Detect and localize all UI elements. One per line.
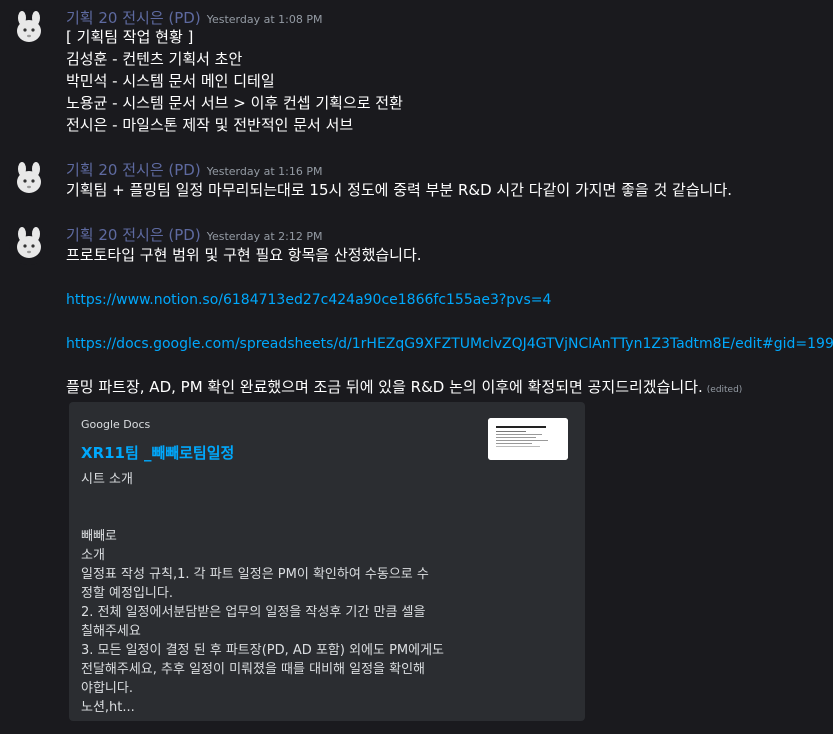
avatar[interactable] xyxy=(9,9,49,49)
message-text: 프로토타입 구현 범위 및 구현 필요 항목을 산정했습니다. xyxy=(66,246,422,264)
message-text: [ 기획팀 작업 현황 ] xyxy=(66,28,194,46)
embed-provider[interactable]: Google Docs xyxy=(81,418,150,431)
spreadsheet-thumbnail-icon xyxy=(488,418,568,460)
embed-description: 시트 소개 빼빼로 소개 일정표 작성 규칙,1. 각 파트 일정은 PM이 확… xyxy=(81,472,445,715)
author-name[interactable]: 기획 20 전시은 (PD) xyxy=(66,161,201,179)
timestamp: Yesterday at 1:08 PM xyxy=(206,13,323,26)
avatar-image xyxy=(9,225,49,265)
embed-thumbnail[interactable] xyxy=(488,418,568,460)
message-text: 플밍 파트장, AD, PM 확인 완료했으며 조금 뒤에 있을 R&D 논의 … xyxy=(66,378,703,396)
link-embed: Google Docs XR11팀 _빼빼로팀일정 시트 소개 빼빼로 소개 일… xyxy=(69,402,585,721)
avatar[interactable] xyxy=(9,225,49,265)
notion-link[interactable]: https://www.notion.so/6184713ed27c424a90… xyxy=(66,292,551,308)
message-text: 노용균 - 시스템 문서 서브 > 이후 컨셉 기획으로 전환 xyxy=(66,94,403,112)
message-text: 박민석 - 시스템 문서 메인 디테일 xyxy=(66,72,275,90)
edited-label: (edited) xyxy=(706,385,743,395)
avatar-image xyxy=(9,9,49,49)
message-text: 기획팀 + 플밍팀 일정 마무리되는대로 15시 정도에 중력 부분 R&D 시… xyxy=(66,181,733,199)
avatar-image xyxy=(9,160,49,200)
author-name[interactable]: 기획 20 전시은 (PD) xyxy=(66,226,201,244)
embed-title[interactable]: XR11팀 _빼빼로팀일정 xyxy=(81,442,234,463)
timestamp: Yesterday at 2:12 PM xyxy=(206,230,323,243)
message-text: 전시은 - 마일스톤 제작 및 전반적인 문서 서브 xyxy=(66,116,354,134)
spreadsheet-link[interactable]: https://docs.google.com/spreadsheets/d/1… xyxy=(66,336,833,352)
timestamp: Yesterday at 1:16 PM xyxy=(206,165,323,178)
message-list: 기획 20 전시은 (PD) Yesterday at 1:08 PM [ 기획팀… xyxy=(0,0,833,734)
message-text: 김성훈 - 컨텐츠 기획서 초안 xyxy=(66,50,243,68)
author-name[interactable]: 기획 20 전시은 (PD) xyxy=(66,9,201,27)
avatar[interactable] xyxy=(9,160,49,200)
